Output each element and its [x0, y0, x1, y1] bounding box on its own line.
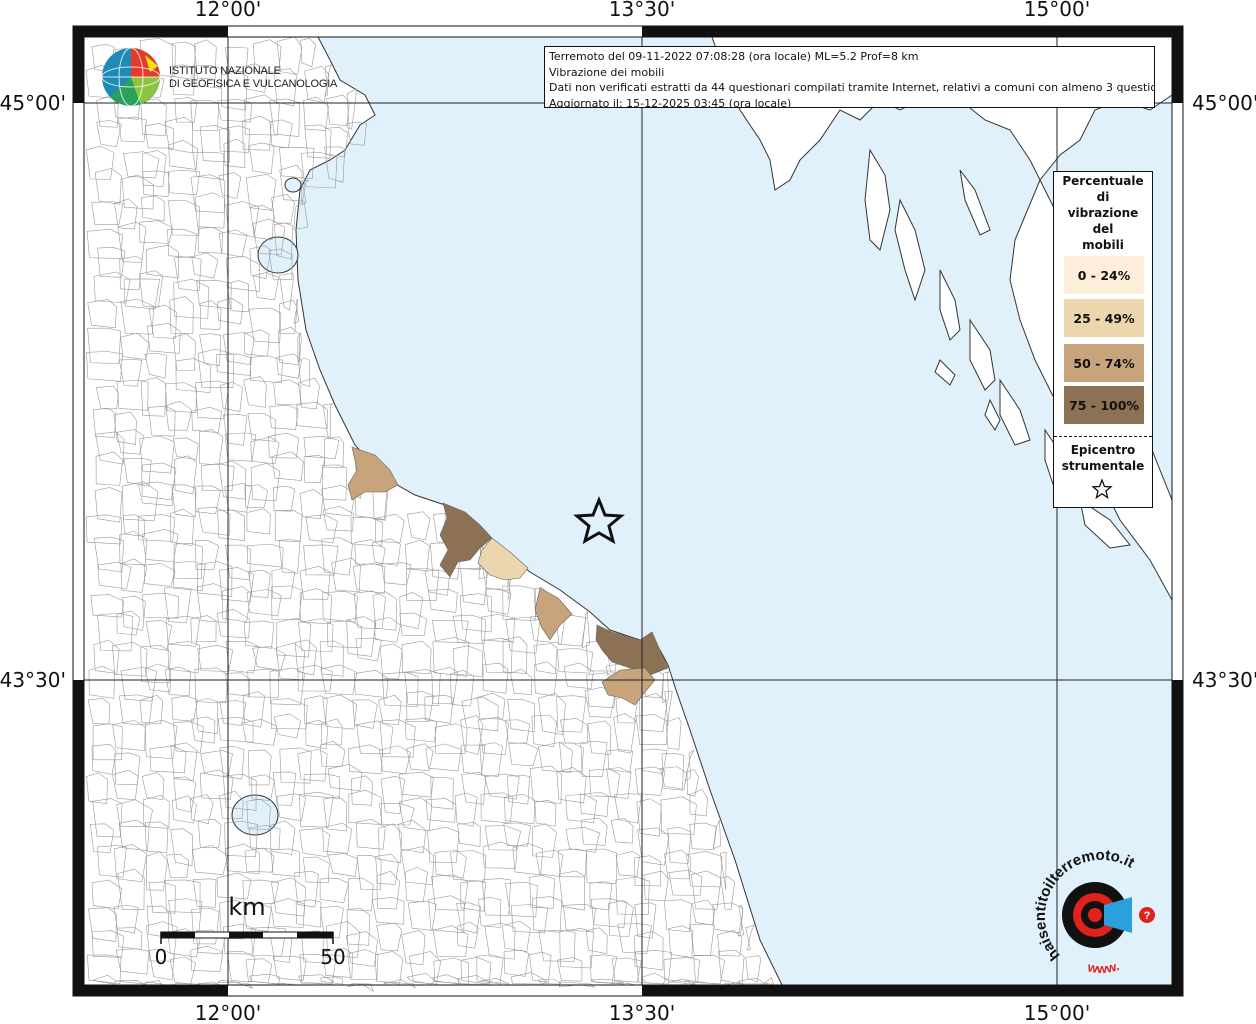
ingv-globe-icon	[101, 47, 161, 107]
ingv-logo-line2: DI GEOFISICA E VULCANOLOGIA	[169, 78, 338, 90]
lagoon-small	[284, 177, 302, 193]
event-info-box: Terremoto del 09-11-2022 07:08:28 (ora l…	[544, 46, 1155, 108]
scale-start-label: 0	[155, 945, 168, 969]
lon-label-top-3: 15°00'	[1024, 0, 1090, 21]
legend-title-line: di	[1096, 190, 1110, 204]
legend-title: Percentuale di vibrazione del mobili	[1054, 173, 1152, 253]
ingv-logo-line1: ISTITUTO NAZIONALE	[169, 65, 281, 77]
lat-label-right-2: 43°30'	[1192, 668, 1256, 692]
legend-title-line: mobili	[1082, 238, 1124, 252]
legend-title-line: vibrazione	[1067, 206, 1139, 220]
legend-separator	[1054, 436, 1152, 437]
legend-swatch-3: 75 - 100%	[1064, 386, 1144, 424]
scale-unit-label: km	[228, 893, 265, 921]
legend-epicenter-line: strumentale	[1061, 459, 1145, 473]
legend-swatch-1: 25 - 49%	[1064, 299, 1144, 337]
legend-swatch-0: 0 - 24%	[1064, 256, 1144, 294]
legend-swatch-label: 25 - 49%	[1073, 310, 1135, 326]
lon-label-bottom-2: 13°30'	[609, 1001, 675, 1024]
legend-swatch-2: 50 - 74%	[1064, 344, 1144, 382]
legend-epicenter-line: Epicentro	[1070, 443, 1136, 457]
legend-swatch-label: 50 - 74%	[1073, 355, 1135, 371]
lon-label-top-1: 12°00'	[195, 0, 261, 21]
event-info-line2: Vibrazione dei mobili	[549, 65, 665, 79]
legend-swatch-label: 0 - 24%	[1077, 267, 1131, 283]
svg-text:?: ?	[1144, 910, 1151, 922]
event-info-line4: Aggiornato il: 15-12-2025 03:45 (ora loc…	[549, 96, 792, 108]
lat-label-left-1: 45°00'	[0, 91, 66, 115]
legend-swatch-label: 75 - 100%	[1069, 397, 1139, 413]
legend-epicenter-title: Epicentro strumentale	[1054, 442, 1152, 474]
lat-label-left-2: 43°30'	[0, 668, 66, 692]
intensity-map: 12°00' 13°30' 15°00' 12°00' 13°30' 15°00…	[0, 0, 1256, 1024]
event-info-line3: Dati non verificati estratti da 44 quest…	[549, 81, 1155, 94]
legend: Percentuale di vibrazione del mobili 0 -…	[1053, 171, 1153, 508]
lon-label-bottom-3: 15°00'	[1024, 1001, 1090, 1024]
lon-label-top-2: 13°30'	[609, 0, 675, 21]
scale-end-label: 50	[320, 945, 345, 969]
lon-label-bottom-1: 12°00'	[195, 1001, 261, 1024]
legend-title-line: del	[1092, 222, 1114, 236]
lat-label-right-1: 45°00'	[1192, 91, 1256, 115]
event-info-line1: Terremoto del 09-11-2022 07:08:28 (ora l…	[549, 50, 919, 63]
legend-title-line: Percentuale	[1062, 174, 1144, 188]
ingv-logo-text: ISTITUTO NAZIONALE DI GEOFISICA E VULCAN…	[169, 65, 337, 91]
legend-epicenter-star-icon	[1091, 478, 1113, 499]
